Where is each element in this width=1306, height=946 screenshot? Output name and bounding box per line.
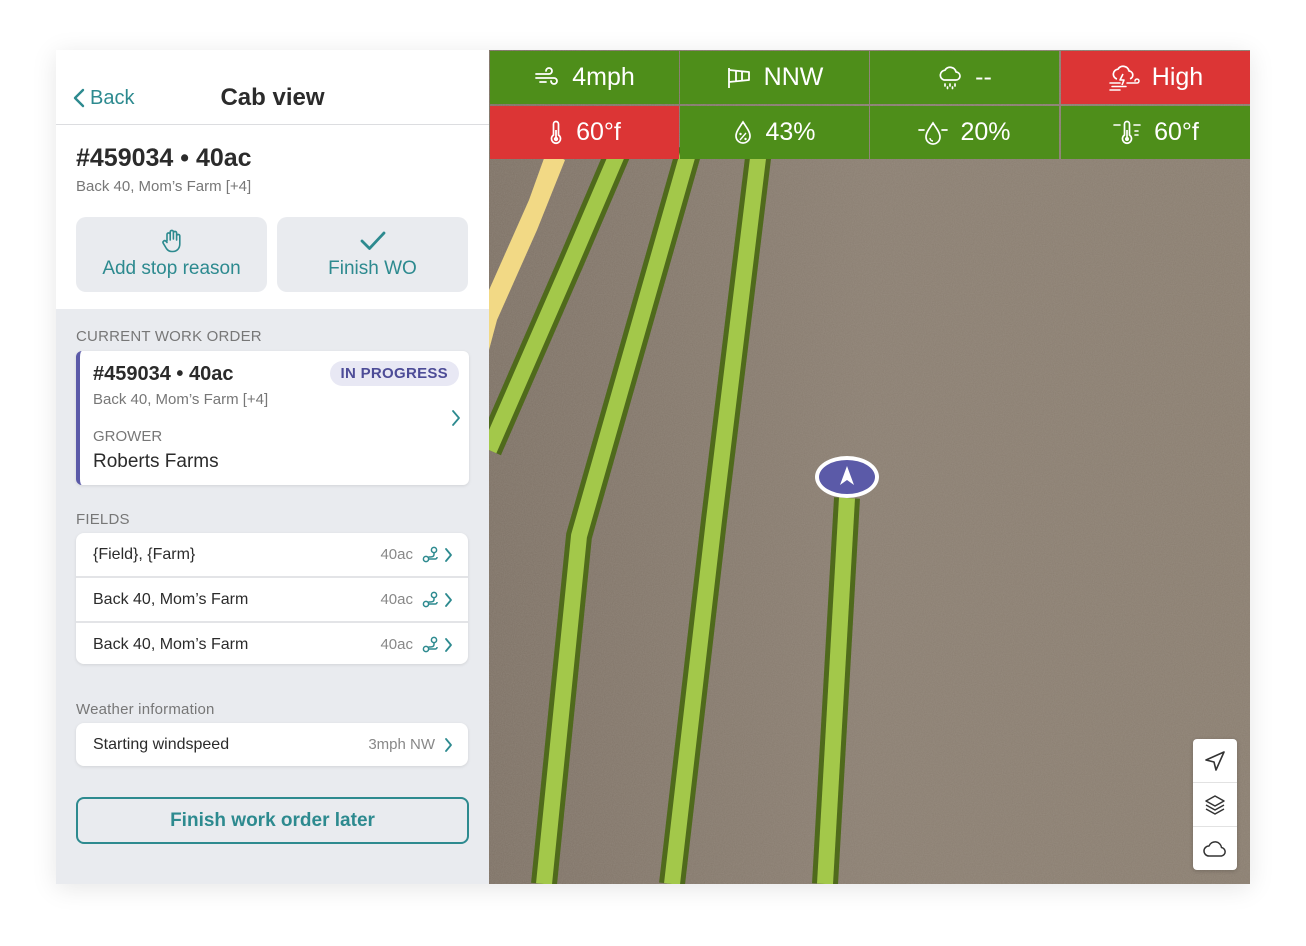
- weather-layer-button[interactable]: [1193, 827, 1237, 870]
- work-order-panel: Back Cab view #459034 • 40ac Back 40, Mo…: [56, 50, 489, 884]
- condition-value: 60°f: [576, 118, 621, 146]
- condition-value: --: [975, 63, 992, 91]
- status-badge: IN PROGRESS: [329, 361, 459, 386]
- condition-value: 43%: [765, 118, 816, 146]
- wind-icon: [535, 66, 559, 85]
- condition-storm-risk: High: [1061, 51, 1250, 104]
- thermometer-icon: [550, 120, 562, 144]
- field-map[interactable]: 4mph NNW -- High 60°f 43% 20% 60°f: [489, 50, 1250, 884]
- cloud-icon: [1203, 840, 1226, 857]
- fields-label: FIELDS: [76, 511, 130, 528]
- field-route-icon: [422, 591, 438, 608]
- add-stop-reason-button[interactable]: Add stop reason: [76, 217, 267, 292]
- condition-value: 4mph: [572, 63, 635, 91]
- current-work-order-label: CURRENT WORK ORDER: [76, 328, 262, 345]
- condition-value: 60°f: [1154, 118, 1199, 146]
- finish-work-order-later-button[interactable]: Finish work order later: [76, 797, 469, 844]
- map-controls: [1193, 739, 1237, 870]
- field-row[interactable]: {Field}, {Farm} 40ac: [76, 533, 468, 578]
- field-route-icon: [422, 636, 438, 653]
- temperature-inversion-icon: [1113, 120, 1141, 144]
- starting-windspeed-label: Starting windspeed: [93, 736, 230, 753]
- cab-view-screen: Back Cab view #459034 • 40ac Back 40, Mo…: [56, 50, 1250, 884]
- hand-stop-icon: [161, 229, 181, 253]
- chevron-right-icon: [452, 410, 460, 426]
- field-acres: 40ac: [380, 546, 413, 563]
- chevron-right-icon: [445, 738, 452, 752]
- rain-cloud-icon: [939, 65, 962, 89]
- current-work-order-title: #459034 • 40ac: [93, 363, 234, 385]
- chevron-right-icon: [445, 548, 452, 562]
- work-order-subtitle: Back 40, Mom’s Farm [+4]: [76, 178, 252, 195]
- storm-icon: [1109, 64, 1140, 91]
- chevron-right-icon: [445, 638, 452, 652]
- condition-value: 20%: [960, 118, 1011, 146]
- condition-wind-speed: 4mph: [490, 51, 679, 104]
- page-title: Cab view: [220, 84, 325, 111]
- finish-wo-label: Finish WO: [328, 258, 417, 279]
- dew-point-icon: [918, 120, 949, 145]
- field-acres: 40ac: [380, 591, 413, 608]
- current-work-order-subtitle: Back 40, Mom’s Farm [+4]: [93, 391, 269, 408]
- layers-icon: [1205, 794, 1225, 815]
- grower-label: GROWER: [93, 428, 163, 445]
- weather-information-label: Weather information: [76, 701, 215, 718]
- starting-windspeed-value: 3mph NW: [368, 736, 435, 753]
- panel-header: Back Cab view #459034 • 40ac Back 40, Mo…: [56, 50, 489, 309]
- field-name: Back 40, Mom’s Farm: [93, 590, 249, 608]
- field-route-icon: [422, 546, 438, 563]
- field-name: {Field}, {Farm}: [93, 545, 196, 563]
- starting-windspeed-row[interactable]: Starting windspeed 3mph NW: [76, 723, 468, 766]
- work-order-title: #459034 • 40ac: [76, 144, 252, 172]
- condition-value: NNW: [763, 63, 824, 91]
- checkmark-icon: [360, 231, 385, 250]
- nav-bar: Back Cab view: [56, 50, 489, 125]
- navigate-icon: [1205, 750, 1225, 771]
- finish-wo-button[interactable]: Finish WO: [277, 217, 468, 292]
- condition-inversion: 60°f: [1061, 106, 1250, 159]
- field-acres: 40ac: [380, 636, 413, 653]
- windsock-icon: [727, 67, 750, 88]
- recenter-button[interactable]: [1193, 739, 1237, 783]
- humidity-icon: [735, 119, 752, 144]
- field-row[interactable]: Back 40, Mom’s Farm 40ac: [76, 578, 468, 623]
- condition-temperature: 60°f: [490, 106, 679, 159]
- condition-wind-direction: NNW: [680, 51, 869, 104]
- grower-name: Roberts Farms: [93, 451, 219, 472]
- field-name: Back 40, Mom’s Farm: [93, 635, 249, 653]
- field-row[interactable]: Back 40, Mom’s Farm 40ac: [76, 623, 468, 666]
- current-work-order-card[interactable]: #459034 • 40ac IN PROGRESS Back 40, Mom’…: [76, 351, 469, 485]
- condition-dew-point: 20%: [870, 106, 1059, 159]
- fields-list: {Field}, {Farm} 40ac Back 40, Mom’s Farm…: [76, 533, 468, 664]
- add-stop-reason-label: Add stop reason: [102, 258, 241, 279]
- condition-humidity: 43%: [680, 106, 869, 159]
- condition-precipitation: --: [870, 51, 1059, 104]
- chevron-right-icon: [445, 593, 452, 607]
- layers-button[interactable]: [1193, 783, 1237, 827]
- condition-value: High: [1151, 63, 1204, 91]
- vehicle-position-marker[interactable]: [813, 454, 881, 500]
